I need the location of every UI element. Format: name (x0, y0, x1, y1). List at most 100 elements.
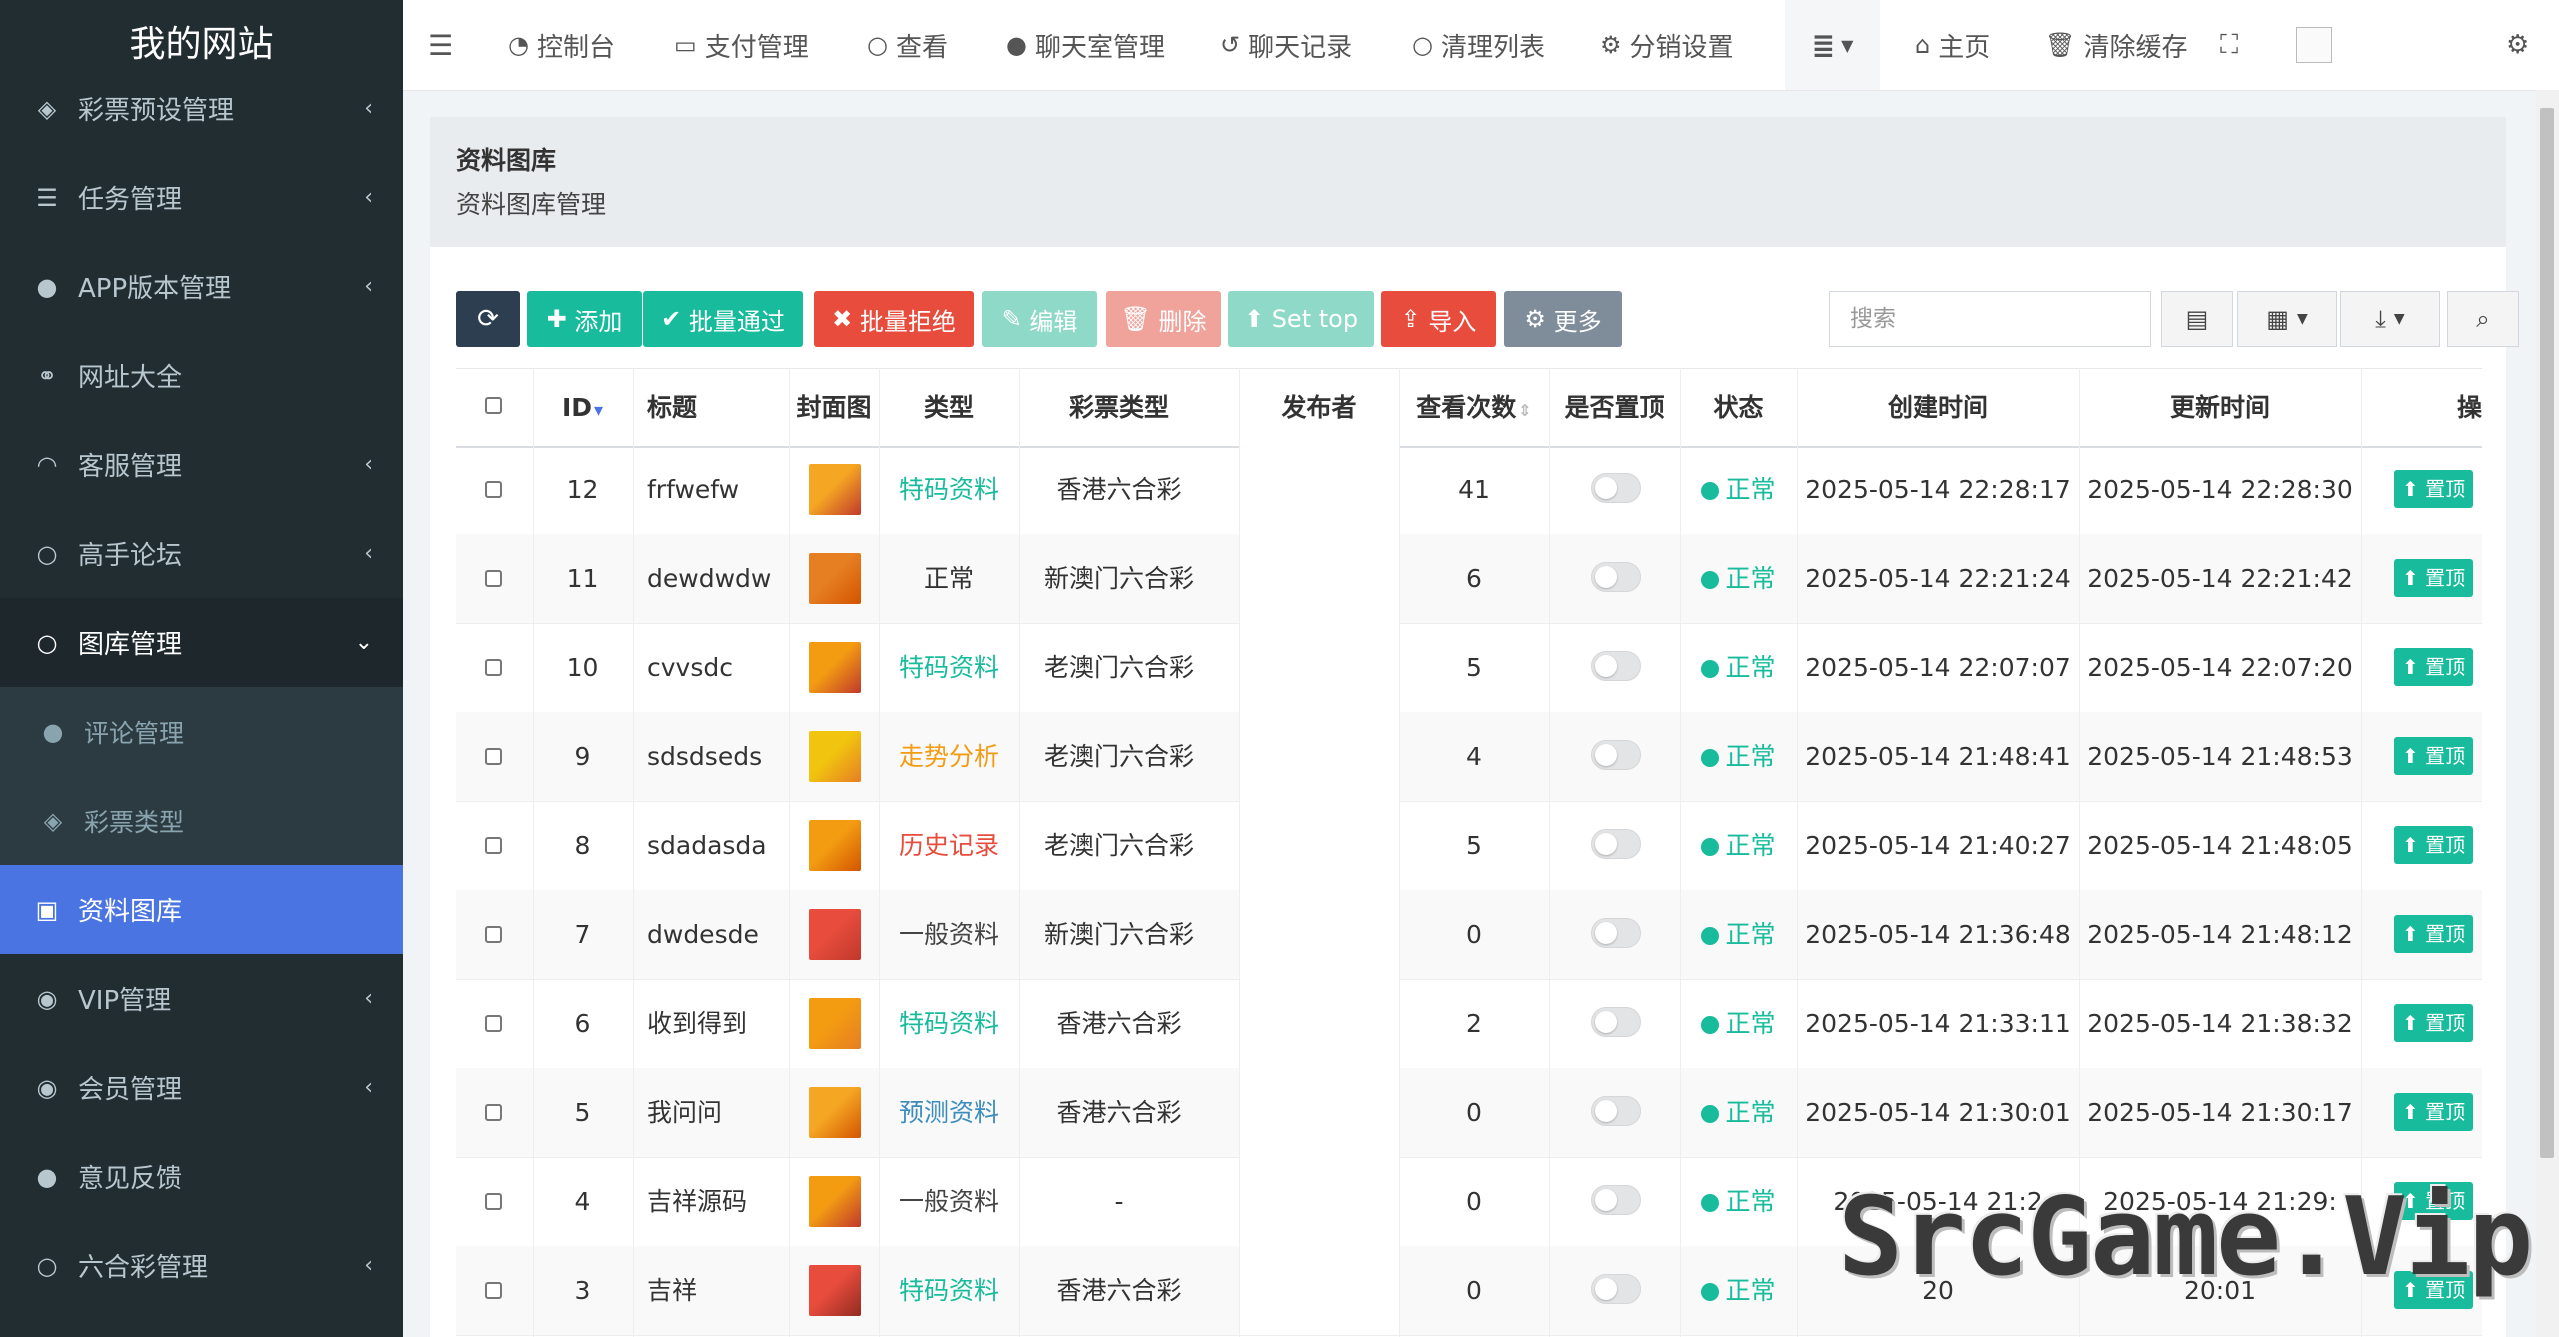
pin-toggle-switch[interactable] (1591, 740, 1641, 770)
cover-thumbnail[interactable] (809, 464, 861, 515)
row-checkbox[interactable] (485, 1015, 502, 1032)
top-nav-item[interactable]: ○ 查看 (867, 0, 948, 90)
cover-thumbnail[interactable] (809, 998, 861, 1049)
pin-toggle-switch[interactable] (1591, 1007, 1641, 1037)
column-header[interactable]: 彩票类型 (1019, 369, 1219, 446)
search-button[interactable]: ⌕ (2447, 291, 2519, 347)
export-button[interactable]: ⤓ ▼ (2340, 291, 2440, 347)
set-top-row-button[interactable]: ⬆ 置顶 (2394, 648, 2474, 686)
column-header[interactable]: ID ▾ (533, 369, 632, 446)
top-nav-item[interactable]: ● 聊天室管理 (1006, 0, 1165, 90)
column-header[interactable]: 更新时间 (2079, 369, 2361, 446)
cover-thumbnail[interactable] (809, 1087, 861, 1138)
set-top-button[interactable]: ⬆ Set top (1228, 291, 1374, 347)
sidebar-item[interactable]: ● 评论管理 (0, 687, 403, 776)
columns-button[interactable]: ▦ ▼ (2237, 291, 2337, 347)
sidebar-item[interactable]: ☰ 任务管理 ‹ (0, 153, 403, 242)
row-checkbox[interactable] (485, 926, 502, 943)
home-link[interactable]: ⌂ 主页 (1915, 0, 1990, 90)
set-top-row-button[interactable]: ⬆ 置顶 (2394, 559, 2474, 597)
top-nav-item[interactable]: ○ 清理列表 (1412, 0, 1545, 90)
top-nav-item[interactable]: ▭ 支付管理 (674, 0, 809, 90)
column-header[interactable]: 封面图 (789, 369, 879, 446)
pin-toggle-switch[interactable] (1591, 1274, 1641, 1304)
cover-thumbnail[interactable] (809, 1176, 861, 1227)
table-row[interactable]: 6 收到得到 特码资料 香港六合彩 2 正常 2025-05-14 21:33:11 2025… (456, 979, 2482, 1069)
pin-toggle-switch[interactable] (1591, 1096, 1641, 1126)
column-header[interactable]: 操 (2361, 369, 2482, 446)
sidebar-item[interactable]: ◈ 彩票类型 (0, 776, 403, 865)
top-nav-item[interactable]: ↺ 聊天记录 (1220, 0, 1352, 90)
column-header[interactable]: 创建时间 (1797, 369, 2079, 446)
sidebar-item[interactable]: ◈ 彩票预设管理 ‹ (0, 64, 403, 153)
sidebar-item[interactable]: ● APP版本管理 ‹ (0, 242, 403, 331)
set-top-row-button[interactable]: ⬆ 置顶 (2394, 737, 2474, 775)
pin-toggle-switch[interactable] (1591, 562, 1641, 592)
column-header[interactable]: 发布者 (1239, 369, 1399, 446)
pin-toggle-switch[interactable] (1591, 1185, 1641, 1215)
sidebar-toggle-button[interactable]: ☰ (428, 0, 453, 90)
add-button[interactable]: ✚ 添加 (527, 291, 642, 347)
row-checkbox[interactable] (485, 748, 502, 765)
top-nav-item[interactable]: ⚙ 分销设置 (1600, 0, 1734, 90)
column-header[interactable]: 类型 (879, 369, 1019, 446)
sidebar-item[interactable]: ◉ VIP管理 ‹ (0, 954, 403, 1043)
pin-toggle-switch[interactable] (1591, 918, 1641, 948)
row-checkbox[interactable] (485, 837, 502, 854)
settings-button[interactable]: ⚙ (2506, 0, 2529, 90)
set-top-row-button[interactable]: ⬆ 置顶 (2394, 1004, 2474, 1042)
row-checkbox[interactable] (485, 1104, 502, 1121)
more-button[interactable]: ⚙ 更多 (1504, 291, 1622, 347)
table-row[interactable]: 10 cvvsdc 特码资料 老澳门六合彩 5 正常 2025-05-14 22:07:07… (456, 623, 2482, 713)
column-header[interactable]: 查看次数 ⇕ (1399, 369, 1549, 446)
refresh-button[interactable]: ⟳ (456, 291, 520, 347)
row-checkbox[interactable] (485, 659, 502, 676)
dropdown-toggle-button[interactable]: ≣ ▼ (1785, 0, 1880, 90)
import-button[interactable]: ⇪ 导入 (1381, 291, 1496, 347)
top-nav-item[interactable]: ◔ 控制台 (508, 0, 615, 90)
edit-button[interactable]: ✎ 编辑 (982, 291, 1097, 347)
column-header[interactable]: 标题 (633, 369, 789, 446)
sidebar-item[interactable]: ▣ 资料图库 (0, 865, 403, 954)
row-checkbox[interactable] (485, 1193, 502, 1210)
cover-thumbnail[interactable] (809, 642, 861, 693)
set-top-row-button[interactable]: ⬆ 置顶 (2394, 1093, 2474, 1131)
cover-thumbnail[interactable] (809, 820, 861, 871)
set-top-row-button[interactable]: ⬆ 置顶 (2394, 470, 2474, 508)
cover-thumbnail[interactable] (809, 909, 861, 960)
fullscreen-button[interactable]: ⛶ (2220, 0, 2238, 90)
cover-thumbnail[interactable] (809, 553, 861, 604)
table-row[interactable]: 7 dwdesde 一般资料 新澳门六合彩 0 正常 2025-05-14 21:36:48… (456, 890, 2482, 980)
pin-toggle-switch[interactable] (1591, 829, 1641, 859)
sidebar-item[interactable]: ○ 图库管理 ⌄ (0, 598, 403, 687)
row-checkbox[interactable] (485, 481, 502, 498)
column-header[interactable]: 是否置顶 (1549, 369, 1680, 446)
select-all-checkbox[interactable] (485, 397, 502, 414)
sidebar-item[interactable]: ⚭ 网址大全 (0, 331, 403, 420)
pin-toggle-switch[interactable] (1591, 651, 1641, 681)
set-top-row-button[interactable]: ⬆ 置顶 (2394, 915, 2474, 953)
table-row[interactable]: 11 dewdwdw 正常 新澳门六合彩 6 正常 2025-05-14 22:21:24 2… (456, 534, 2482, 624)
table-row[interactable]: 8 sdadasda 历史记录 老澳门六合彩 5 正常 2025-05-14 21:40:2… (456, 801, 2482, 891)
scrollbar-thumb[interactable] (2540, 108, 2554, 1158)
sidebar-item[interactable]: ● 意见反馈 (0, 1132, 403, 1221)
toggle-view-button[interactable]: ▤ (2161, 291, 2233, 347)
table-row[interactable]: 9 sdsdseds 走势分析 老澳门六合彩 4 正常 2025-05-14 21:48:4… (456, 712, 2482, 802)
pin-toggle-switch[interactable] (1591, 473, 1641, 503)
sidebar-item[interactable]: ◉ 会员管理 ‹ (0, 1043, 403, 1132)
table-row[interactable]: 12 frfwefw 特码资料 香港六合彩 41 正常 2025-05-14 22:28:1… (456, 445, 2482, 535)
cover-thumbnail[interactable] (809, 1265, 861, 1316)
batch-reject-button[interactable]: ✖ 批量拒绝 (814, 291, 974, 347)
row-checkbox[interactable] (485, 570, 502, 587)
sidebar-item[interactable]: ○ 高手论坛 ‹ (0, 509, 403, 598)
column-header[interactable]: 状态 (1680, 369, 1797, 446)
set-top-row-button[interactable]: ⬆ 置顶 (2394, 826, 2474, 864)
clear-cache-link[interactable]: 🗑 清除缓存 (2045, 0, 2187, 90)
user-avatar[interactable] (2296, 0, 2332, 90)
search-input[interactable]: 搜索 (1829, 291, 2151, 347)
batch-pass-button[interactable]: ✔ 批量通过 (643, 291, 803, 347)
sidebar-item[interactable]: ○ 六合彩管理 ‹ (0, 1221, 403, 1310)
delete-button[interactable]: 🗑 删除 (1106, 291, 1221, 347)
row-checkbox[interactable] (485, 1282, 502, 1299)
sidebar-item[interactable]: ◠ 客服管理 ‹ (0, 420, 403, 509)
